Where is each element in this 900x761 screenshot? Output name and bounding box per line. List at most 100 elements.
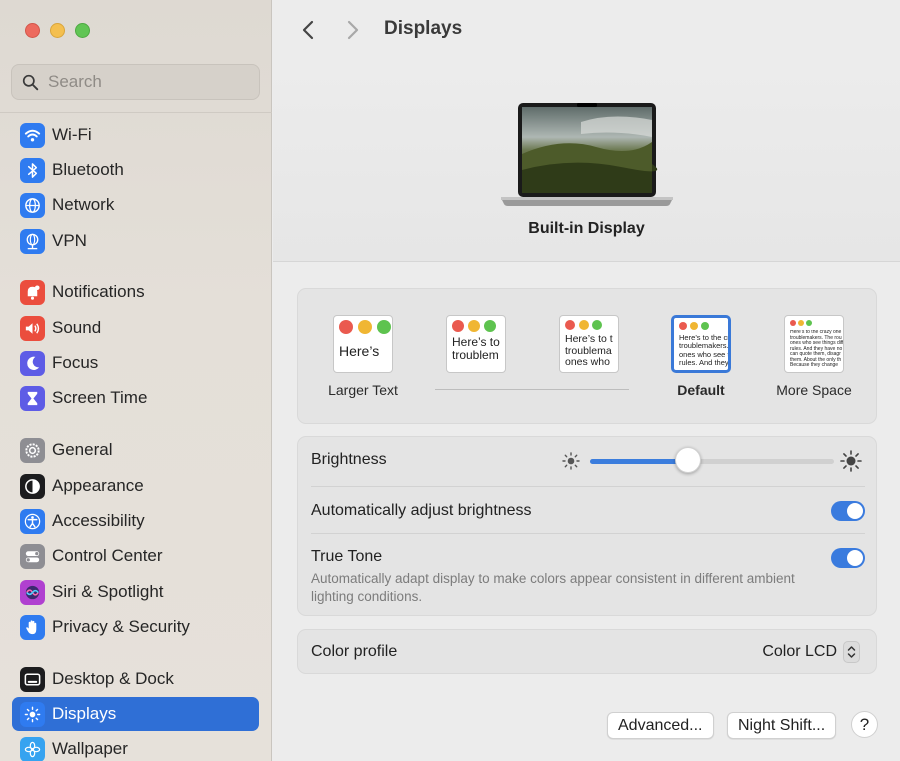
brightness-card: Brightness Automatically adjust brightne… [297, 436, 877, 616]
window-dots-icon [447, 316, 505, 332]
scale-divider [435, 389, 629, 390]
true-tone-description: Automatically adapt display to make colo… [311, 571, 795, 604]
hand-icon [20, 614, 45, 640]
sidebar-item-label: Network [52, 195, 115, 214]
window-dots-icon [334, 316, 392, 334]
sidebar-item-screen-time[interactable]: Screen Time [12, 381, 259, 415]
true-tone-toggle[interactable] [831, 548, 865, 568]
sidebar-item-desktop-dock[interactable]: Desktop & Dock [12, 662, 259, 696]
display-preview-area: Built-in Display [273, 62, 900, 262]
sun-icon [20, 701, 45, 727]
sidebar-item-label: Control Center [52, 546, 163, 565]
sidebar-item-label: General [52, 440, 113, 459]
true-tone-label: True Tone [311, 548, 383, 565]
auto-brightness-label: Automatically adjust brightness [311, 502, 532, 519]
chevron-left-icon [302, 20, 314, 40]
moon-icon [20, 350, 45, 376]
resolution-option[interactable]: Here’s to the cr troublemakers. T ones w… [671, 315, 731, 373]
globe-icon [20, 192, 45, 218]
sidebar-item-siri-spotlight[interactable]: Siri & Spotlight [12, 575, 259, 609]
sidebar-item-label: Appearance [52, 476, 144, 495]
sidebar-item-displays[interactable]: Displays [12, 697, 259, 731]
sidebar-item-label: Notifications [52, 282, 145, 301]
brightness-label: Brightness [311, 451, 387, 468]
vpn-globe-icon [20, 228, 45, 254]
sidebar-item-vpn[interactable]: VPN [12, 224, 259, 258]
sun-bright-icon [840, 450, 862, 472]
sidebar-item-label: Accessibility [52, 511, 145, 530]
laptop-display-icon[interactable] [501, 102, 673, 208]
sidebar-item-label: Wi-Fi [52, 125, 92, 144]
resolution-option[interactable]: Here’s to the crazy one troublemakers. T… [784, 315, 844, 373]
sidebar-item-sound[interactable]: Sound [12, 311, 259, 345]
color-profile-card: Color profile Color LCD [297, 629, 877, 674]
sidebar-item-wallpaper[interactable]: Wallpaper [12, 732, 259, 761]
sidebar-item-bluetooth[interactable]: Bluetooth [12, 153, 259, 187]
resolution-option[interactable]: Here’s to t troublema ones who [559, 315, 619, 373]
sidebar-item-label: Desktop & Dock [52, 669, 174, 688]
sidebar-item-label: Sound [52, 318, 102, 337]
color-profile-label: Color profile [311, 643, 398, 660]
toolbar: Displays [273, 0, 900, 62]
advanced-button[interactable]: Advanced... [607, 712, 714, 739]
back-button[interactable] [296, 18, 320, 42]
sidebar-item-label: Bluetooth [52, 160, 124, 179]
resolution-preview-text: Here’s to the crazy one troublemakers. T… [790, 330, 843, 368]
sidebar-item-notifications[interactable]: Notifications [12, 275, 259, 309]
search-field[interactable] [11, 64, 260, 100]
updown-chevron-icon [843, 641, 860, 663]
sidebar-item-control-center[interactable]: Control Center [12, 539, 259, 573]
help-button[interactable]: ? [851, 711, 878, 738]
zoom-window-button[interactable] [75, 23, 90, 38]
toggles-icon [20, 543, 45, 569]
resolution-option-label: Default [677, 382, 725, 398]
sidebar-item-general[interactable]: General [12, 433, 259, 467]
brightness-slider-knob[interactable] [674, 447, 701, 473]
hourglass-icon [20, 385, 45, 411]
minimize-window-button[interactable] [50, 23, 65, 38]
page-title: Displays [384, 18, 463, 39]
night-shift-button[interactable]: Night Shift... [727, 712, 837, 739]
sidebar-item-label: Siri & Spotlight [52, 582, 164, 601]
window-dots-icon [560, 316, 618, 330]
color-profile-popup[interactable]: Color LCD [762, 641, 860, 663]
close-window-button[interactable] [25, 23, 40, 38]
resolution-option[interactable]: Here’s to troublem [446, 315, 506, 373]
sidebar-item-label: VPN [52, 231, 87, 250]
search-icon [22, 74, 39, 90]
speaker-icon [20, 315, 45, 341]
bluetooth-icon [20, 157, 45, 183]
color-profile-value: Color LCD [762, 643, 837, 660]
sidebar-item-focus[interactable]: Focus [12, 346, 259, 380]
sidebar-item-label: Privacy & Security [52, 617, 190, 636]
sun-dim-icon [562, 452, 580, 470]
sidebar-item-label: Displays [52, 704, 117, 723]
search-input[interactable] [48, 72, 248, 92]
bell-icon [20, 279, 45, 305]
resolution-preview-text: Here’s [339, 344, 380, 359]
row-divider [311, 533, 865, 534]
forward-button[interactable] [341, 18, 365, 42]
display-name: Built-in Display [528, 220, 645, 237]
resolution-option-label: More Space [776, 382, 852, 398]
sidebar-item-label: Focus [52, 353, 99, 372]
appearance-icon [20, 473, 45, 499]
resolution-option-label: Larger Text [328, 382, 398, 398]
sidebar-item-network[interactable]: Network [12, 188, 259, 222]
gear-icon [20, 437, 45, 463]
sidebar-item-accessibility[interactable]: Accessibility [12, 504, 259, 538]
window-dots-icon [674, 318, 728, 330]
sidebar-item-appearance[interactable]: Appearance [12, 469, 259, 503]
brightness-slider[interactable] [590, 459, 834, 464]
resolution-option[interactable]: Here’s [333, 315, 393, 373]
siri-icon [20, 579, 45, 605]
window-dots-icon [785, 316, 843, 326]
sidebar-item-wi-fi[interactable]: Wi-Fi [12, 118, 259, 152]
resolution-preview-text: Here’s to troublem [452, 336, 500, 363]
resolution-options-card: Here’s Larger Text Here’s to troublem Here’… [297, 288, 877, 424]
row-divider [311, 486, 865, 487]
auto-brightness-toggle[interactable] [831, 501, 865, 521]
sidebar-item-privacy-security[interactable]: Privacy & Security [12, 610, 259, 644]
resolution-preview-text: Here’s to the cr troublemakers. T ones w… [679, 334, 728, 367]
sidebar: Wi-Fi Bluetooth Network VPN Notifications Sou… [0, 0, 272, 761]
